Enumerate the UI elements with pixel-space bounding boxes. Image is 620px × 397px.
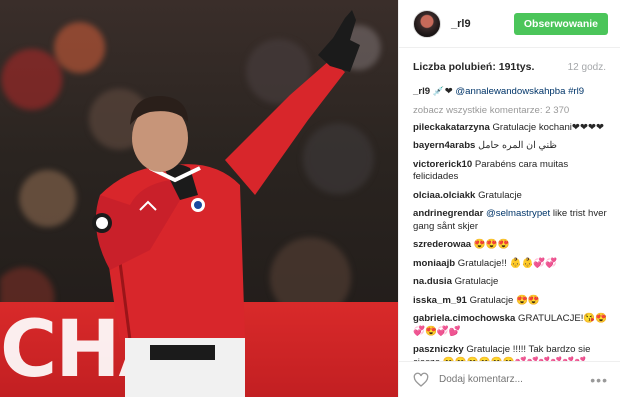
comment-item: na.dusia Gratulacje <box>413 276 608 289</box>
comment-text: Gratulacje <box>478 189 522 201</box>
comment-item: victorerick10 Parabéns cara muitas felic… <box>413 159 608 184</box>
comment-text: Gratulacje!! 👶👶💞💞 <box>457 257 558 269</box>
comment-username[interactable]: paszniczky <box>413 344 464 355</box>
post-time[interactable]: 12 godz. <box>568 62 606 73</box>
add-comment-input[interactable] <box>439 374 591 385</box>
comment-item: szrederowaa 😍😍😍 <box>413 239 608 252</box>
comments-list: _rl9 💉❤ @annalewandowskahpba #rl9 zobacz… <box>399 86 620 361</box>
caption-username[interactable]: _rl9 <box>413 86 430 97</box>
post-photo[interactable]: CHAN <box>0 0 398 397</box>
comment-text: ظني ان المره حامل <box>478 140 558 151</box>
comment-username[interactable]: gabriela.cimochowska <box>413 313 515 324</box>
view-all-comments-link[interactable]: zobacz wszystkie komentarze: 2 370 <box>413 105 608 116</box>
comment-username[interactable]: olciaa.olciakk <box>413 190 475 201</box>
comment-username[interactable]: bayern4arabs <box>413 140 475 151</box>
comment-text: Gratulacje <box>454 276 499 287</box>
comment-username[interactable]: andrinegrendar <box>413 208 483 219</box>
post-header: _rl9 Obserwowanie <box>399 0 620 48</box>
caption-mention[interactable]: @annalewandowskahpba #rl9 <box>455 86 584 97</box>
comment-username[interactable]: isska_m_91 <box>413 295 467 306</box>
comment-item: bayern4arabs ظني ان المره حامل <box>413 140 608 153</box>
avatar[interactable] <box>413 9 441 38</box>
comment-username[interactable]: victorerick10 <box>413 159 472 170</box>
heart-outline-icon[interactable] <box>413 372 429 388</box>
comment-username[interactable]: pileckakatarzyna <box>413 122 490 133</box>
comment-item: moniaajb Gratulacje!! 👶👶💞💞 <box>413 258 608 271</box>
comment-item: paszniczky Gratulacje !!!!! Tak bardzo s… <box>413 344 608 361</box>
comment-item: pileckakatarzyna Gratulacje kochani❤❤❤❤ <box>413 122 608 135</box>
comment-item: gabriela.cimochowska GRATULACJE!😘😍💞😍💞💕 <box>413 313 608 338</box>
comment-item: isska_m_91 Gratulacje 😍😍 <box>413 295 608 308</box>
player-figure <box>92 10 360 397</box>
likes-count[interactable]: Liczba polubień: 191tys. <box>413 61 534 73</box>
more-options-icon[interactable]: ••• <box>590 372 608 388</box>
comment-text: 😍😍😍 <box>473 239 510 250</box>
post-footer: ••• <box>399 361 620 397</box>
comment-item: andrinegrendar @selmastrypet like trist … <box>413 208 608 233</box>
caption-emoji: 💉❤ <box>432 86 453 97</box>
comment-mention[interactable]: @selmastrypet <box>486 208 550 219</box>
likes-row: Liczba polubień: 191tys. 12 godz. <box>399 48 620 86</box>
comment-username[interactable]: na.dusia <box>413 276 452 287</box>
comment-text: Gratulacje kochani❤❤❤❤ <box>492 121 605 133</box>
caption: _rl9 💉❤ @annalewandowskahpba #rl9 <box>413 86 608 99</box>
post-sidebar: _rl9 Obserwowanie Liczba polubień: 191ty… <box>398 0 620 397</box>
comment-text: Gratulacje 😍😍 <box>469 294 540 306</box>
follow-button[interactable]: Obserwowanie <box>513 12 608 35</box>
instagram-post: CHAN _rl9 Obserwowanie Liczba polubień: … <box>0 0 620 397</box>
comment-username[interactable]: moniaajb <box>413 258 455 269</box>
comment-item: olciaa.olciakk Gratulacje <box>413 190 608 203</box>
comment-username[interactable]: szrederowaa <box>413 239 471 250</box>
username-link[interactable]: _rl9 <box>451 18 514 30</box>
